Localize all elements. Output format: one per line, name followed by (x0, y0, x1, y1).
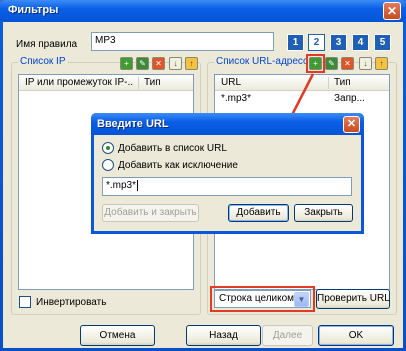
add-button-highlight (306, 54, 325, 73)
back-button[interactable]: Назад (186, 325, 261, 346)
step-4-button[interactable]: 4 (352, 34, 369, 51)
url-delete-icon[interactable]: ✕ (341, 57, 354, 70)
invert-checkbox[interactable] (19, 296, 31, 308)
window-title: Фильтры (8, 4, 59, 16)
step-5-button[interactable]: 5 (374, 34, 391, 51)
url-edit-icon[interactable]: ✎ (325, 57, 338, 70)
chevron-down-icon[interactable]: ▼ (294, 292, 309, 307)
url-import-icon[interactable]: ↓ (359, 57, 372, 70)
text-cursor (137, 180, 139, 191)
ip-col-type[interactable]: Тип (138, 77, 161, 89)
add-button[interactable]: Добавить (228, 204, 289, 222)
url-row-url: *.mp3* (221, 93, 252, 104)
add-and-close-button[interactable]: Добавить и закрыть (102, 204, 199, 222)
url-row-type: Запр... (334, 93, 365, 104)
ip-add-icon[interactable]: + (120, 57, 133, 70)
url-row[interactable]: *.mp3* Запр... (215, 92, 389, 106)
ip-import-icon[interactable]: ↓ (169, 57, 182, 70)
dialog-close-button[interactable]: Закрыть (294, 204, 353, 222)
step-3-button[interactable]: 3 (330, 34, 347, 51)
match-mode-select[interactable]: Строка целиком ▼ (214, 290, 311, 308)
check-url-button[interactable]: Проверить URL (316, 289, 390, 309)
rule-name-input[interactable]: MP3 (91, 32, 274, 51)
url-export-icon[interactable]: ↑ (375, 57, 388, 70)
radio-add-exception[interactable] (102, 159, 114, 171)
cancel-button[interactable]: Отмена (80, 325, 155, 346)
rule-name-label: Имя правила (16, 39, 78, 50)
invert-label: Инвертировать (36, 297, 107, 308)
ip-export-icon[interactable]: ↑ (185, 57, 198, 70)
radio-add-exception-label: Добавить как исключение (118, 160, 238, 171)
radio-add-to-list-label: Добавить в список URL (118, 143, 227, 154)
dialog-body: Добавить в список URL Добавить как исклю… (94, 135, 361, 231)
ip-list-header: IP или промежуток IP-... Тип (19, 75, 193, 91)
url-col-url[interactable]: URL (221, 77, 321, 88)
step-1-button[interactable]: 1 (287, 34, 304, 51)
dialog-title: Введите URL (97, 118, 169, 130)
url-col-type[interactable]: Тип (328, 77, 351, 89)
ip-edit-icon[interactable]: ✎ (136, 57, 149, 70)
title-bar[interactable]: Фильтры ✕ (0, 0, 406, 22)
url-list-header: URL Тип (215, 75, 389, 91)
url-input[interactable]: *.mp3* (102, 177, 352, 196)
step-2-button[interactable]: 2 (308, 34, 325, 51)
next-button[interactable]: Далее (262, 325, 313, 346)
ip-col-ip[interactable]: IP или промежуток IP-... (25, 77, 133, 88)
dialog-close-icon[interactable]: ✕ (343, 116, 360, 133)
ip-delete-icon[interactable]: ✕ (152, 57, 165, 70)
ok-button[interactable]: OK (318, 325, 394, 346)
radio-add-to-list[interactable] (102, 142, 114, 154)
dialog-title-bar[interactable]: Введите URL ✕ (91, 113, 364, 135)
url-input-value: *.mp3* (106, 180, 137, 191)
url-list-title: Список URL-адресов (214, 56, 316, 67)
enter-url-dialog: Введите URL ✕ Добавить в список URL Доба… (91, 113, 364, 234)
close-icon[interactable]: ✕ (383, 2, 401, 20)
ip-list-title: Список IP (18, 56, 68, 67)
match-mode-value: Строка целиком (219, 293, 295, 304)
